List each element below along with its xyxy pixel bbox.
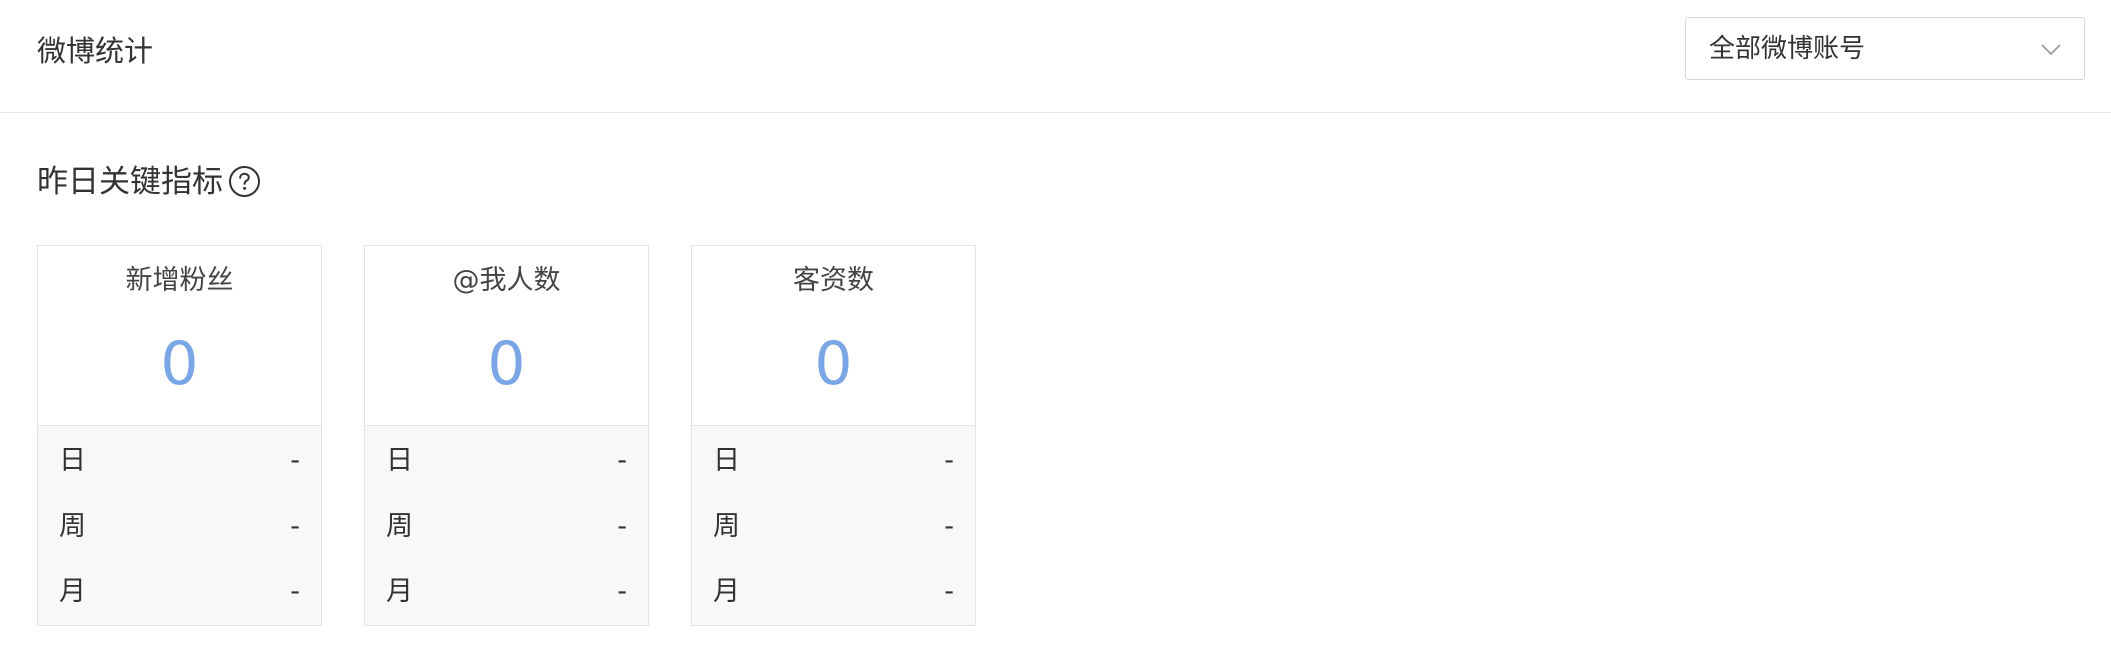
breakdown-value: - — [617, 445, 627, 476]
breakdown-row-week: 周 - — [38, 507, 321, 547]
breakdown-row-month: 月 - — [692, 572, 975, 612]
breakdown-key: 日 — [713, 445, 740, 476]
breakdown-key: 月 — [59, 576, 86, 607]
breakdown-key: 日 — [59, 445, 86, 476]
breakdown-row-month: 月 - — [38, 572, 321, 612]
page-title: 微博统计 — [37, 34, 154, 68]
metric-card-breakdown: 日 - 周 - 月 - — [365, 426, 648, 625]
metric-card-top: 客资数 0 — [692, 246, 975, 426]
breakdown-key: 月 — [386, 576, 413, 607]
section-title: 昨日关键指标 — [37, 164, 223, 200]
metric-card-mentions: @我人数 0 日 - 周 - 月 - — [364, 245, 649, 626]
breakdown-value: - — [617, 576, 627, 607]
breakdown-value: - — [290, 511, 300, 542]
breakdown-value: - — [944, 576, 954, 607]
breakdown-row-week: 周 - — [365, 507, 648, 547]
metric-card-new-fans: 新增粉丝 0 日 - 周 - 月 - — [37, 245, 322, 626]
page-header: 微博统计 全部微博账号 — [0, 0, 2111, 113]
breakdown-value: - — [617, 511, 627, 542]
chevron-down-icon — [2041, 44, 2061, 56]
metric-card-leads: 客资数 0 日 - 周 - 月 - — [691, 245, 976, 626]
breakdown-row-day: 日 - — [692, 441, 975, 481]
account-select[interactable]: 全部微博账号 — [1685, 17, 2085, 80]
breakdown-key: 周 — [386, 511, 413, 542]
help-circle-icon[interactable] — [228, 165, 261, 198]
metric-value: 0 — [160, 329, 199, 399]
metric-card-breakdown: 日 - 周 - 月 - — [38, 426, 321, 625]
breakdown-value: - — [290, 445, 300, 476]
breakdown-value: - — [944, 511, 954, 542]
metric-value: 0 — [814, 329, 853, 399]
breakdown-key: 日 — [386, 445, 413, 476]
breakdown-key: 月 — [713, 576, 740, 607]
breakdown-value: - — [290, 576, 300, 607]
metric-card-top: 新增粉丝 0 — [38, 246, 321, 426]
metric-card-top: @我人数 0 — [365, 246, 648, 426]
metric-card-breakdown: 日 - 周 - 月 - — [692, 426, 975, 625]
breakdown-row-day: 日 - — [365, 441, 648, 481]
breakdown-row-day: 日 - — [38, 441, 321, 481]
breakdown-key: 周 — [713, 511, 740, 542]
breakdown-value: - — [944, 445, 954, 476]
metric-label: 新增粉丝 — [125, 265, 234, 296]
account-select-value: 全部微博账号 — [1709, 34, 1866, 64]
metric-label: @我人数 — [452, 265, 561, 296]
metric-value: 0 — [487, 329, 526, 399]
breakdown-row-month: 月 - — [365, 572, 648, 612]
breakdown-row-week: 周 - — [692, 507, 975, 547]
breakdown-key: 周 — [59, 511, 86, 542]
metric-label: 客资数 — [793, 265, 874, 296]
